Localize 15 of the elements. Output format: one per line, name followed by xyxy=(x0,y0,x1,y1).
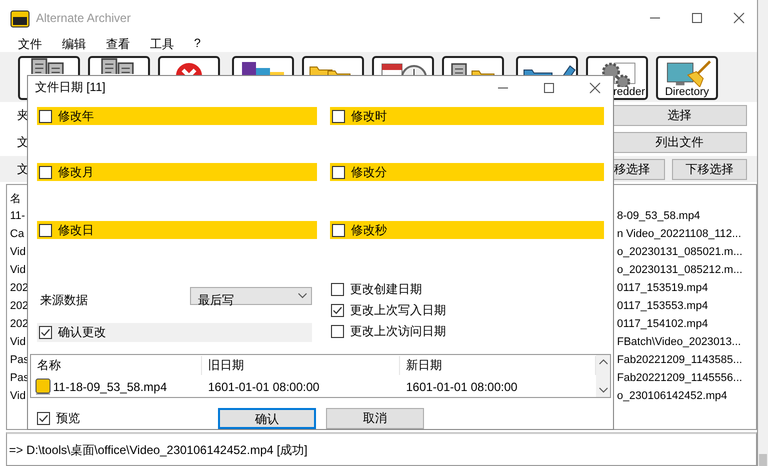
table-cell: 11-18-09_53_58.mp4 xyxy=(53,380,167,394)
checkbox-label: 更改创建日期 xyxy=(350,281,422,298)
log-line: => D:\tools\桌面\office\Video_230106142452.mp4 [成功] xyxy=(9,442,308,459)
field-label: 夹 xyxy=(17,107,29,124)
table-cell-text: 1601-01-01 08:00:00 xyxy=(207,380,320,394)
checkbox-label: 预览 xyxy=(56,410,80,427)
field-label: 文 xyxy=(17,134,29,151)
checkbox-label: 更改上次写入日期 xyxy=(350,302,446,319)
checkbox-label: 确认更改 xyxy=(58,324,106,341)
window-title: Alternate Archiver xyxy=(36,11,131,25)
checkbox-label: 更改上次访问日期 xyxy=(350,323,446,340)
table-cell-text: 1601-01-01 08:00:00 xyxy=(405,380,518,394)
dialog-title: 文件日期 [11] xyxy=(35,79,106,96)
field-label: 来源数据 xyxy=(39,292,89,308)
field-label: 文 xyxy=(17,160,29,178)
